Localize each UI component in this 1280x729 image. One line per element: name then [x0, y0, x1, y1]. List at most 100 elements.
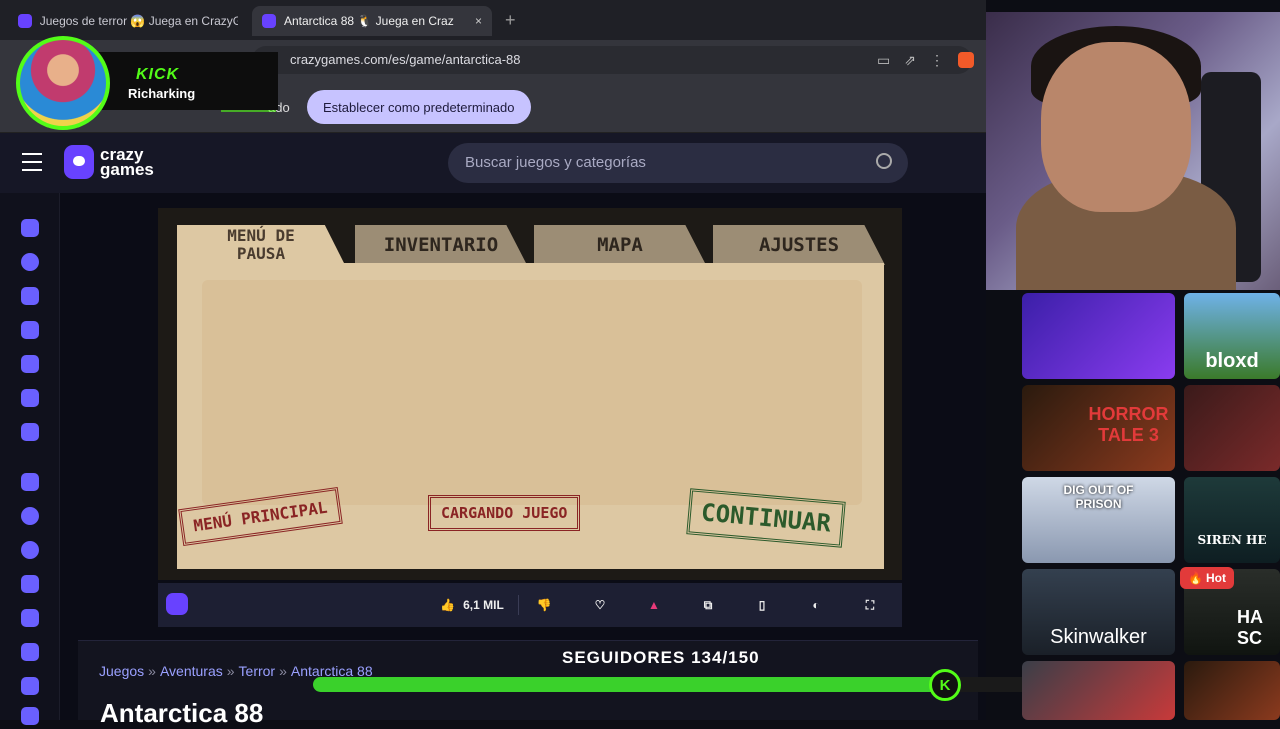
breadcrumb-separator: » [279, 663, 287, 679]
theater-icon: ◐ [812, 598, 820, 612]
tab-inventory-label: INVENTARIO [383, 234, 499, 256]
menu-dots-icon[interactable]: ⋮ [930, 52, 944, 69]
search-input[interactable]: Buscar juegos y categorías [448, 143, 908, 183]
new-icon[interactable] [21, 287, 39, 305]
fullscreen-icon: ⛶ [865, 597, 875, 612]
tab-map[interactable]: MAPA [534, 225, 706, 265]
game-thumbnail[interactable] [1022, 293, 1175, 379]
game-thumbnail[interactable]: DIG OUT OF PRISON [1022, 477, 1175, 563]
followers-goal-label: SEGUIDORES 134/150 [562, 648, 760, 667]
brave-shield-icon[interactable] [958, 52, 974, 68]
thumbs-down-icon: 👎 [536, 598, 552, 612]
cast-icon[interactable]: ▭ [877, 52, 890, 69]
tab-label: Juegos de terror 😱 Juega en CrazyG [39, 14, 238, 28]
breadcrumb-separator: » [226, 663, 235, 679]
avatar [16, 36, 110, 130]
flag-icon: ▲ [648, 598, 660, 612]
loading-stamp: CARGANDO JUEGO [428, 495, 581, 531]
game-thumbnail[interactable]: bloxd [1184, 293, 1280, 379]
logo-line-2: games [100, 160, 154, 179]
close-tab-icon[interactable]: × [475, 14, 482, 28]
embed-button[interactable]: ⧉ [694, 591, 722, 619]
report-button[interactable]: ▲ [640, 591, 668, 619]
url-field[interactable]: crazygames.com/es/game/antarctica-88 [252, 46, 972, 74]
search-icon[interactable] [876, 153, 892, 169]
followers-progress-fill [313, 677, 956, 692]
multiplayer-icon[interactable] [21, 423, 39, 441]
casual-icon[interactable] [21, 643, 39, 661]
divider [518, 595, 519, 615]
crazygames-favicon-icon [262, 14, 276, 28]
tab-map-label: MAPA [597, 234, 643, 256]
game-toolbar: 👍 6,1 MIL 👎 ♡ ▲ ⧉ ▯ ◐ ⛶ [158, 583, 902, 627]
tab-label: Antarctica 88 🐧 Juega en Crazy [284, 14, 454, 28]
tab-horror-games[interactable]: Juegos de terror 😱 Juega en CrazyG [8, 6, 248, 36]
webcam-feed [986, 12, 1280, 290]
mobile-button[interactable]: ▯ [748, 591, 776, 619]
like-count: 6,1 MIL [463, 598, 504, 612]
clicker-icon[interactable] [21, 677, 39, 695]
kick-streamer-badge: KICK Richarking [16, 36, 278, 130]
favorite-button[interactable]: ♡ [586, 591, 614, 619]
breadcrumb-games[interactable]: Juegos [99, 663, 144, 679]
heart-icon: ♡ [594, 598, 606, 612]
breadcrumb-adventure[interactable]: Aventuras [160, 663, 223, 679]
updated-icon[interactable] [21, 355, 39, 373]
home-icon[interactable] [21, 219, 39, 237]
originals-icon[interactable] [21, 389, 39, 407]
audio-wave-icon [221, 94, 276, 112]
action-icon[interactable] [21, 473, 39, 491]
like-button[interactable]: 👍 6,1 MIL [436, 591, 508, 619]
game-thumbnail[interactable] [1022, 661, 1175, 720]
game-thumbnail[interactable]: HORROR TALE 3 [1022, 385, 1175, 471]
site-header: crazy games Buscar juegos y categorías [0, 133, 986, 193]
menu-icon[interactable] [22, 153, 42, 171]
search-placeholder: Buscar juegos y categorías [465, 154, 646, 171]
phone-icon: ▯ [758, 598, 766, 612]
game-thumbnail[interactable] [1184, 385, 1280, 471]
adventure-icon[interactable] [21, 507, 39, 525]
kick-username: Richarking [128, 86, 196, 101]
browser-tab-bar: Juegos de terror 😱 Juega en CrazyG Antar… [0, 0, 986, 40]
tab-antarctica-88[interactable]: Antarctica 88 🐧 Juega en Crazy × [252, 6, 492, 36]
game-thumbnail[interactable]: Skinwalker [1022, 569, 1175, 655]
new-tab-button[interactable]: + [505, 10, 516, 31]
basketball-icon[interactable] [21, 541, 39, 559]
hot-badge: 🔥 Hot [1180, 567, 1234, 589]
driving-icon[interactable] [21, 707, 39, 725]
thumbnail-title: bloxd [1205, 350, 1259, 372]
trending-icon[interactable] [21, 321, 39, 339]
fire-icon: 🔥 [1188, 571, 1203, 585]
kick-knob-icon: K [929, 669, 961, 701]
tab-pause-menu[interactable]: MENÚ DE PAUSA [177, 225, 345, 265]
dislike-button[interactable]: 👎 [530, 591, 558, 619]
game-thumbnail[interactable]: SIREN HE [1184, 477, 1280, 563]
crazygames-logo[interactable]: crazy games [64, 145, 154, 179]
side-navigation [0, 193, 60, 725]
logo-text: crazy games [100, 146, 154, 179]
crazygames-small-logo-icon [166, 593, 188, 615]
embed-icon: ⧉ [703, 597, 713, 612]
beauty-icon[interactable] [21, 575, 39, 593]
theater-button[interactable]: ◐ [802, 591, 830, 619]
breadcrumb-horror[interactable]: Terror [239, 663, 276, 679]
fullscreen-button[interactable]: ⛶ [856, 591, 884, 619]
share-icon[interactable]: ⇗ [904, 52, 916, 69]
tab-inventory[interactable]: INVENTARIO [355, 225, 527, 265]
pause-menu-sheet [202, 280, 862, 505]
streamer-face [1041, 42, 1191, 212]
thumbs-up-icon: 👍 [440, 598, 456, 612]
set-default-button[interactable]: Establecer como predeterminado [307, 90, 531, 124]
tab-settings[interactable]: AJUSTES [713, 225, 885, 265]
crazygames-logo-icon [64, 145, 94, 179]
thumbnail-title: Skinwalker [1050, 626, 1147, 648]
crazygames-favicon-icon [18, 14, 32, 28]
tab-pause-menu-label: MENÚ DE PAUSA [227, 226, 295, 263]
thumbnail-title: HORROR TALE 3 [1088, 404, 1169, 445]
hot-label: Hot [1205, 571, 1226, 585]
address-actions: ▭ ⇗ ⋮ [877, 52, 974, 69]
thumbnail-title: HA SC [1237, 607, 1263, 648]
recent-icon[interactable] [21, 253, 39, 271]
game-thumbnail[interactable] [1184, 661, 1280, 720]
card-icon[interactable] [21, 609, 39, 627]
